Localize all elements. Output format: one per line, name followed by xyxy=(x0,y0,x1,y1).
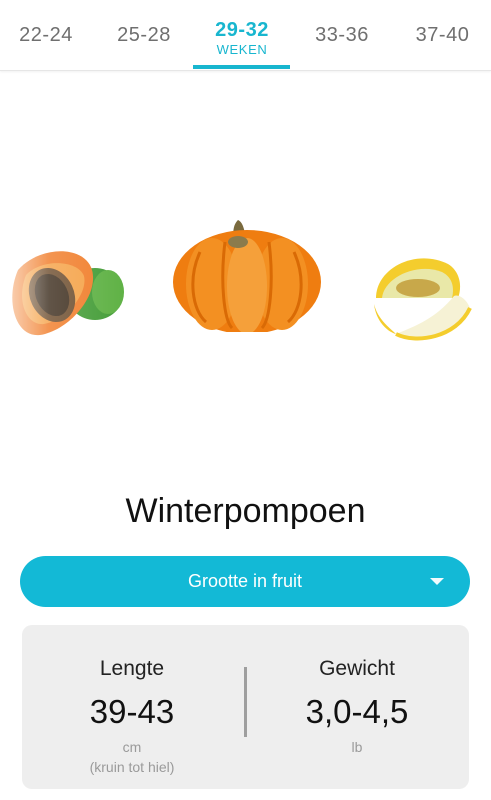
length-label: Lengte xyxy=(99,657,165,680)
tab-weeks-22-24[interactable]: 22-24 xyxy=(0,0,92,70)
dropdown-caret-icon xyxy=(430,578,444,585)
winter-squash-image[interactable] xyxy=(172,212,322,332)
dropdown-label: Grootte in fruit xyxy=(187,571,303,591)
tab-weeks-29-32[interactable]: 29-32 WEKEN xyxy=(194,0,290,70)
weight-value: 3,0-4,5 xyxy=(305,693,409,730)
tab-label: 25-28 xyxy=(117,23,171,46)
length-column: Lengte 39-43 cm (kruin tot hiel) xyxy=(22,625,242,789)
weight-column: Gewicht 3,0-4,5 lb xyxy=(247,625,467,789)
weight-unit: lb xyxy=(351,739,363,755)
size-comparison-dropdown[interactable]: Grootte in fruit xyxy=(20,556,470,607)
tab-weeks-25-28[interactable]: 25-28 xyxy=(96,0,192,70)
week-tab-bar: 22-24 25-28 29-32 WEKEN 33-36 37-40 xyxy=(0,0,491,71)
tab-label: 22-24 xyxy=(19,23,73,46)
fruit-name: Winterpompoen xyxy=(125,492,366,530)
active-tab-indicator xyxy=(193,65,290,69)
tab-label: 29-32 xyxy=(215,19,269,41)
length-note: (kruin tot hiel) xyxy=(89,759,175,775)
melon-image[interactable] xyxy=(366,248,476,348)
fruit-carousel[interactable] xyxy=(0,190,491,380)
tab-label: 33-36 xyxy=(315,23,369,46)
measurements-card: Lengte 39-43 cm (kruin tot hiel) Gewicht… xyxy=(22,625,469,789)
length-unit: cm xyxy=(122,739,142,755)
tab-weeks-37-40[interactable]: 37-40 xyxy=(394,0,491,70)
length-value: 39-43 xyxy=(89,693,175,730)
tab-sublabel: WEKEN xyxy=(216,42,268,57)
weight-label: Gewicht xyxy=(319,657,395,680)
papaya-image[interactable] xyxy=(0,190,140,380)
tab-label: 37-40 xyxy=(415,23,470,46)
tab-weeks-33-36[interactable]: 33-36 xyxy=(294,0,390,70)
